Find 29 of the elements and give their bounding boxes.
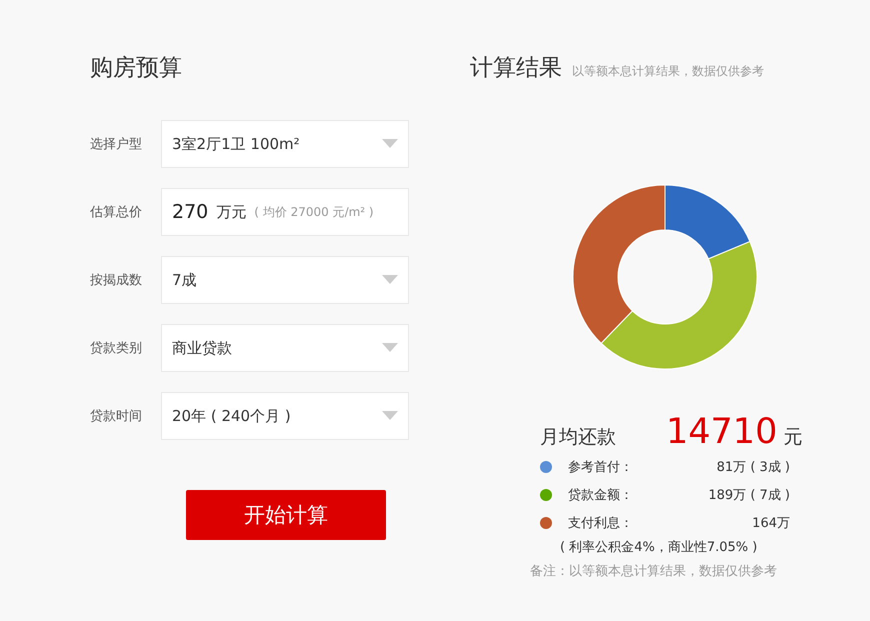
price-field[interactable]: 270 万元 ( 均价 27000 元/m² ) xyxy=(161,188,409,236)
select-field[interactable]: 商业贷款 xyxy=(161,324,409,372)
legend-value: 81万 ( 3成 ) xyxy=(716,459,790,476)
field-label: 贷款时间 xyxy=(90,408,143,425)
field-label: 估算总价 xyxy=(90,204,143,221)
result-title: 计算结果 xyxy=(470,54,562,83)
result-subtitle: 以等额本息计算结果，数据仅供参考 xyxy=(572,63,764,80)
legend-label: 参考首付： xyxy=(568,459,633,476)
field-label: 贷款类别 xyxy=(90,340,143,357)
budget-title: 购房预算 xyxy=(90,54,183,83)
select-field[interactable]: 20年 ( 240个月 ) xyxy=(161,392,409,440)
currency-unit: 元 xyxy=(783,425,802,450)
monthly-label: 月均还款 xyxy=(540,425,617,450)
select-field[interactable]: 3室2厅1卫 100m² xyxy=(161,120,409,168)
caret-icon xyxy=(382,411,398,421)
legend-label: 支付利息： xyxy=(568,515,633,532)
legend-label: 贷款金额： xyxy=(568,487,633,504)
rate-note: ( 利率公积金4%，商业性7.05% ) xyxy=(560,539,758,556)
legend-value: 189万 ( 7成 ) xyxy=(708,487,790,504)
field-label: 按揭成数 xyxy=(90,272,143,289)
remark-text: 备注：以等额本息计算结果，数据仅供参考 xyxy=(530,563,778,580)
field-label: 选择户型 xyxy=(90,136,143,153)
caret-icon xyxy=(382,275,398,285)
caret-icon xyxy=(382,343,398,353)
caret-icon xyxy=(382,139,398,149)
monthly-amount: 14710 xyxy=(666,412,778,452)
legend-value: 164万 xyxy=(752,515,790,532)
select-field[interactable]: 7成 xyxy=(161,256,409,304)
calculate-button[interactable]: 开始计算 xyxy=(186,490,386,540)
